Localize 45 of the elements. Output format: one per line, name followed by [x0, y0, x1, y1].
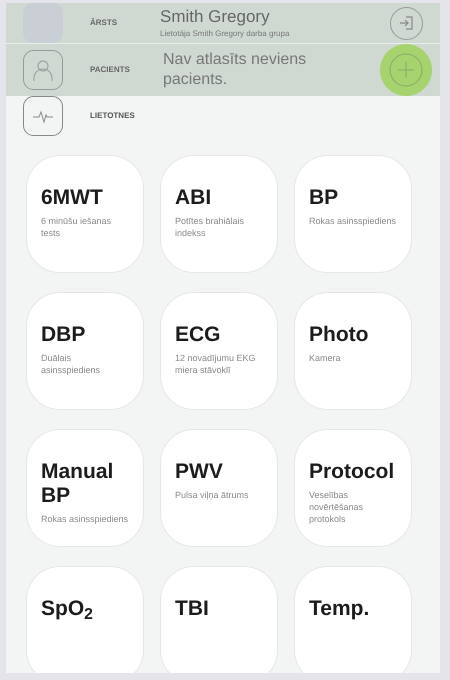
app-title: Protocol	[309, 460, 394, 484]
patient-label: PACIENTS	[90, 64, 131, 76]
app-title: Manual BP	[41, 460, 114, 508]
app-title: SpO$_{2}$	[41, 597, 93, 621]
app-subtitle: Rokas asinsspiediens	[41, 513, 128, 525]
app-tile[interactable]: ECG 12 novadījumu EKG miera stāvoklī	[160, 292, 278, 410]
doctor-label: ĀRSTS	[90, 17, 118, 29]
heartbeat-icon	[23, 96, 63, 136]
app-title: PWV	[175, 460, 223, 484]
app-tile[interactable]: Temp.	[294, 566, 412, 673]
app-tile[interactable]: Protocol Veselības novērtēšanas protokols	[294, 429, 412, 547]
doctor-name: Smith Gregory	[160, 6, 271, 28]
app-title: ABI	[175, 186, 212, 210]
plus-icon	[389, 53, 423, 87]
app-subtitle: Veselības novērtēšanas protokols	[309, 489, 364, 525]
app-title: TBI	[175, 597, 209, 621]
app-subtitle: 12 novadījumu EKG miera stāvoklī	[175, 352, 257, 376]
app-title: Temp.	[309, 597, 370, 621]
logout-button[interactable]	[390, 6, 423, 40]
app-subtitle: Kamera	[309, 352, 341, 364]
app-tile[interactable]: ABI Potītes brahiālais indekss	[160, 155, 278, 273]
app-subtitle: Potītes brahiālais indekss	[175, 215, 246, 239]
app-tile[interactable]: SpO$_{2}$	[26, 566, 144, 673]
app-subtitle: Pulsa viļņa ātrums	[175, 489, 249, 501]
app-tile[interactable]: 6MWT 6 minūšu iešanas tests	[26, 155, 144, 273]
app-tile[interactable]: BP Rokas asinsspiediens	[294, 155, 412, 273]
app-title: DBP	[41, 323, 86, 347]
app-tile[interactable]: TBI	[160, 566, 278, 673]
doctor-group: Lietotāja Smith Gregory darba grupa	[160, 28, 290, 40]
app-subtitle: Rokas asinsspiediens	[309, 215, 396, 227]
add-patient-button[interactable]	[380, 44, 432, 96]
door-exit-icon	[398, 14, 416, 32]
no-patient-message: Nav atlasīts neviens pacients.	[163, 50, 308, 90]
app-subtitle: Duālais asinsspiediens	[41, 352, 102, 376]
app-title: ECG	[175, 323, 221, 347]
person-icon	[23, 50, 63, 90]
app-tile[interactable]: PWV Pulsa viļņa ātrums	[160, 429, 278, 547]
apps-label: LIETOTNES	[90, 110, 135, 122]
app-title: 6MWT	[41, 186, 103, 210]
app-title: BP	[309, 186, 338, 210]
app-tile[interactable]: DBP Duālais asinsspiediens	[26, 292, 144, 410]
app-title: Photo	[309, 323, 368, 347]
app-tile[interactable]: Manual BP Rokas asinsspiediens	[26, 429, 144, 547]
app-subtitle: 6 minūšu iešanas tests	[41, 215, 112, 239]
app-tile[interactable]: Photo Kamera	[294, 292, 412, 410]
